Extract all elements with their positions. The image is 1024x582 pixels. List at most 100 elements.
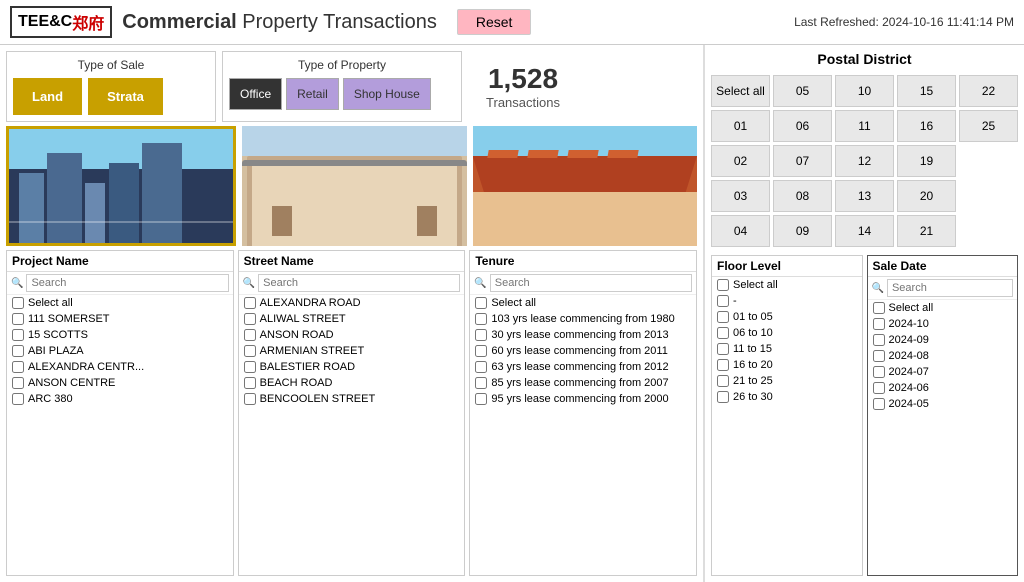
project-name-15scotts-checkbox[interactable]	[12, 329, 24, 341]
main-content: Type of Sale Land Strata Type of Propert…	[0, 45, 1024, 582]
district-12-button[interactable]: 12	[835, 145, 894, 177]
list-item: ALIWAL STREET	[239, 311, 465, 327]
tenure-60-checkbox[interactable]	[475, 345, 487, 357]
district-01-button[interactable]: 01	[711, 110, 770, 142]
project-name-ansoncentre-checkbox[interactable]	[12, 377, 24, 389]
list-item: ANSON CENTRE	[7, 375, 233, 391]
list-item: 26 to 30	[712, 389, 862, 405]
district-19-button[interactable]: 19	[897, 145, 956, 177]
sale-type-land-button[interactable]: Land	[13, 78, 82, 115]
list-item: Select all	[7, 295, 233, 311]
type-sale-buttons: Land Strata	[13, 78, 209, 115]
list-item: 2024-05	[868, 396, 1018, 412]
floor-level-filter: Floor Level Select all - 01 to 05 06 to …	[711, 255, 863, 576]
prop-type-retail-button[interactable]: Retail	[286, 78, 339, 110]
district-15-button[interactable]: 15	[897, 75, 956, 107]
tenure-items: Select all 103 yrs lease commencing from…	[470, 295, 696, 575]
district-selectall-button[interactable]: Select all	[711, 75, 770, 107]
sale-date-202410-checkbox[interactable]	[873, 318, 885, 330]
tenure-title: Tenure	[470, 251, 696, 272]
left-panel: Type of Sale Land Strata Type of Propert…	[0, 45, 704, 582]
street-aliwal-checkbox[interactable]	[244, 313, 256, 325]
district-04-button[interactable]: 04	[711, 215, 770, 247]
floor-21to25-checkbox[interactable]	[717, 375, 729, 387]
prop-type-shophouse-button[interactable]: Shop House	[343, 78, 431, 110]
street-alexandra-checkbox[interactable]	[244, 297, 256, 309]
district-06-button[interactable]: 06	[773, 110, 832, 142]
floor-06to10-checkbox[interactable]	[717, 327, 729, 339]
list-item: ARMENIAN STREET	[239, 343, 465, 359]
tenure-search-input[interactable]	[490, 274, 692, 292]
sale-date-202406-checkbox[interactable]	[873, 382, 885, 394]
district-11-button[interactable]: 11	[835, 110, 894, 142]
district-13-button[interactable]: 13	[835, 180, 894, 212]
floor-01to05-checkbox[interactable]	[717, 311, 729, 323]
type-of-property-box: Type of Property Office Retail Shop Hous…	[222, 51, 462, 122]
sale-date-selectall-checkbox[interactable]	[873, 302, 885, 314]
project-name-search-icon: 🔍	[11, 278, 23, 289]
district-10-button[interactable]: 10	[835, 75, 894, 107]
sale-date-search-input[interactable]	[887, 279, 1013, 297]
type-of-sale-box: Type of Sale Land Strata	[6, 51, 216, 122]
sale-type-strata-button[interactable]: Strata	[88, 78, 163, 115]
district-21-button[interactable]: 21	[897, 215, 956, 247]
district-02-button[interactable]: 02	[711, 145, 770, 177]
project-name-111somerset-checkbox[interactable]	[12, 313, 24, 325]
sale-date-202405-checkbox[interactable]	[873, 398, 885, 410]
project-name-selectall-checkbox[interactable]	[12, 297, 24, 309]
district-20-button[interactable]: 20	[897, 180, 956, 212]
project-name-alexcentre-checkbox[interactable]	[12, 361, 24, 373]
list-item: 95 yrs lease commencing from 2000	[470, 391, 696, 407]
sale-date-202407-checkbox[interactable]	[873, 366, 885, 378]
tenure-103-checkbox[interactable]	[475, 313, 487, 325]
shophouse-image[interactable]	[473, 126, 697, 246]
type-of-sale-title: Type of Sale	[13, 58, 209, 72]
sale-date-202408-checkbox[interactable]	[873, 350, 885, 362]
project-name-search-input[interactable]	[26, 274, 228, 292]
district-16-button[interactable]: 16	[897, 110, 956, 142]
project-name-title: Project Name	[7, 251, 233, 272]
tenure-30-checkbox[interactable]	[475, 329, 487, 341]
district-25-button[interactable]: 25	[959, 110, 1018, 142]
district-05-button[interactable]: 05	[773, 75, 832, 107]
district-08-button[interactable]: 08	[773, 180, 832, 212]
prop-type-office-button[interactable]: Office	[229, 78, 282, 110]
tenure-selectall-checkbox[interactable]	[475, 297, 487, 309]
street-name-search-row: 🔍	[239, 272, 465, 295]
list-item: 21 to 25	[712, 373, 862, 389]
sale-date-202409-checkbox[interactable]	[873, 334, 885, 346]
street-bencoolen-checkbox[interactable]	[244, 393, 256, 405]
street-armenian-checkbox[interactable]	[244, 345, 256, 357]
floor-11to15-checkbox[interactable]	[717, 343, 729, 355]
district-09-button[interactable]: 09	[773, 215, 832, 247]
district-14-button[interactable]: 14	[835, 215, 894, 247]
project-name-arc380-checkbox[interactable]	[12, 393, 24, 405]
list-item: 63 yrs lease commencing from 2012	[470, 359, 696, 375]
street-name-items: ALEXANDRA ROAD ALIWAL STREET ANSON ROAD …	[239, 295, 465, 575]
office-image[interactable]	[6, 126, 236, 246]
sale-date-title: Sale Date	[868, 256, 1018, 277]
street-balestier-checkbox[interactable]	[244, 361, 256, 373]
list-item: BENCOOLEN STREET	[239, 391, 465, 407]
district-07-button[interactable]: 07	[773, 145, 832, 177]
tenure-63-checkbox[interactable]	[475, 361, 487, 373]
retail-image[interactable]	[242, 126, 466, 246]
floor-26to30-checkbox[interactable]	[717, 391, 729, 403]
floor-dash-checkbox[interactable]	[717, 295, 729, 307]
floor-selectall-checkbox[interactable]	[717, 279, 729, 291]
sale-date-search-row: 🔍	[868, 277, 1018, 300]
list-item: 01 to 05	[712, 309, 862, 325]
street-anson-checkbox[interactable]	[244, 329, 256, 341]
project-name-abiplaza-checkbox[interactable]	[12, 345, 24, 357]
list-item: 2024-10	[868, 316, 1018, 332]
street-name-search-input[interactable]	[258, 274, 460, 292]
district-03-button[interactable]: 03	[711, 180, 770, 212]
street-beach-checkbox[interactable]	[244, 377, 256, 389]
list-item: Select all	[470, 295, 696, 311]
reset-button[interactable]: Reset	[457, 9, 532, 35]
street-name-filter: Street Name 🔍 ALEXANDRA ROAD ALIWAL STRE…	[238, 250, 466, 576]
tenure-95-checkbox[interactable]	[475, 393, 487, 405]
floor-16to20-checkbox[interactable]	[717, 359, 729, 371]
district-22-button[interactable]: 22	[959, 75, 1018, 107]
tenure-85-checkbox[interactable]	[475, 377, 487, 389]
